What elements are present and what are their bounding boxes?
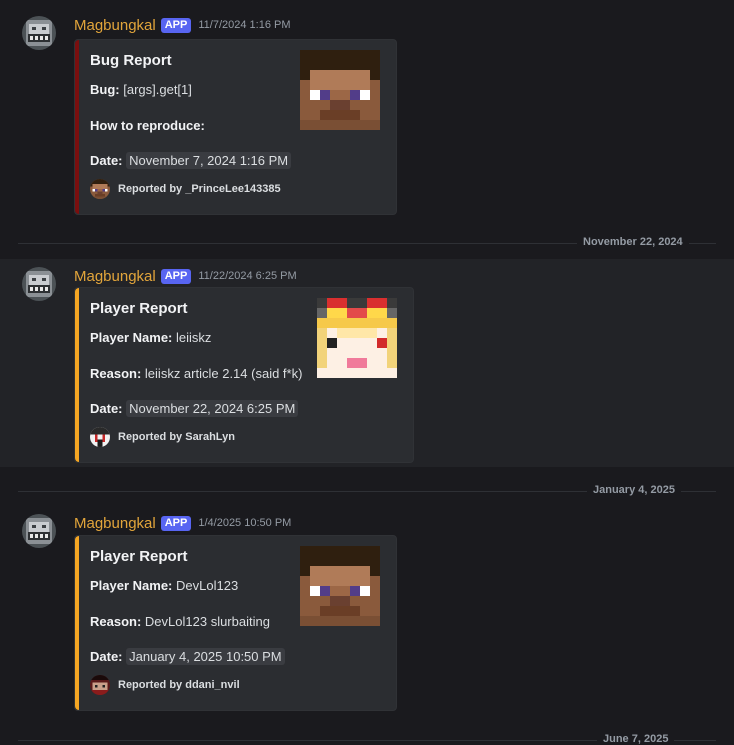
- timestamp[interactable]: 11/7/2024 1:16 PM: [198, 19, 290, 31]
- date-value[interactable]: November 22, 2024 6:25 PM: [126, 400, 299, 417]
- field-player-name: Player Name: DevLol123: [90, 578, 239, 593]
- steve-skin-icon[interactable]: [300, 50, 380, 130]
- field-date: Date: January 4, 2025 10:50 PM: [90, 648, 285, 665]
- app-badge: APP: [160, 17, 192, 33]
- blonde-skin-icon[interactable]: [317, 298, 397, 378]
- app-badge: APP: [160, 515, 192, 531]
- footer-text: Reported by ddani_nvil: [118, 679, 240, 691]
- field-reason: Reason: DevLol123 slurbaiting: [90, 614, 270, 629]
- footer-text: Reported by _PrinceLee143385: [118, 183, 281, 195]
- field-how-to-reproduce: How to reproduce:: [90, 118, 205, 133]
- username[interactable]: Magbungkal: [74, 515, 156, 532]
- bot-avatar[interactable]: [22, 267, 56, 301]
- embed-footer: Reported by _PrinceLee143385: [90, 179, 281, 199]
- field-date: Date: November 22, 2024 6:25 PM: [90, 400, 299, 417]
- timestamp[interactable]: 11/22/2024 6:25 PM: [198, 270, 296, 282]
- field-reason: Reason: leiiskz article 2.14 (said f*k): [90, 366, 303, 381]
- embed-accent-bar: [75, 536, 79, 710]
- sarahlyn-avatar-icon: [90, 427, 110, 447]
- date-divider-label: November 22, 2024: [577, 236, 689, 248]
- date-divider-label: January 4, 2025: [587, 484, 681, 496]
- embed-title: Player Report: [90, 300, 188, 317]
- steve-skin-icon[interactable]: [300, 546, 380, 626]
- embed-title: Player Report: [90, 548, 188, 565]
- username[interactable]: Magbungkal: [74, 17, 156, 34]
- ddani-avatar-icon: [90, 675, 110, 695]
- bug-report-embed: Bug Report Bug: [args].get[1] How to rep…: [74, 39, 397, 215]
- field-player-name: Player Name: leiiskz: [90, 330, 212, 345]
- steve-avatar-icon: [90, 179, 110, 199]
- embed-accent-bar: [75, 40, 79, 214]
- embed-title: Bug Report: [90, 52, 172, 69]
- app-badge: APP: [160, 268, 192, 284]
- message: Magbungkal APP 11/22/2024 6:25 PM Player…: [0, 259, 734, 467]
- date-value[interactable]: January 4, 2025 10:50 PM: [126, 648, 285, 665]
- username[interactable]: Magbungkal: [74, 268, 156, 285]
- footer-text: Reported by SarahLyn: [118, 431, 235, 443]
- date-value[interactable]: November 7, 2024 1:16 PM: [126, 152, 292, 169]
- date-divider-label: June 7, 2025: [597, 733, 675, 745]
- player-report-embed: Player Report Player Name: leiiskz Reaso…: [74, 287, 414, 463]
- player-report-embed: Player Report Player Name: DevLol123 Rea…: [74, 535, 397, 711]
- embed-footer: Reported by SarahLyn: [90, 427, 235, 447]
- field-date: Date: November 7, 2024 1:16 PM: [90, 152, 292, 169]
- bot-avatar[interactable]: [22, 16, 56, 50]
- timestamp[interactable]: 1/4/2025 10:50 PM: [198, 517, 291, 529]
- bot-avatar[interactable]: [22, 514, 56, 548]
- message: Magbungkal APP 11/7/2024 1:16 PM Bug Rep…: [0, 8, 734, 234]
- message: Magbungkal APP 1/4/2025 10:50 PM Player …: [0, 506, 734, 716]
- embed-footer: Reported by ddani_nvil: [90, 675, 240, 695]
- embed-accent-bar: [75, 288, 79, 462]
- field-bug: Bug: [args].get[1]: [90, 82, 192, 97]
